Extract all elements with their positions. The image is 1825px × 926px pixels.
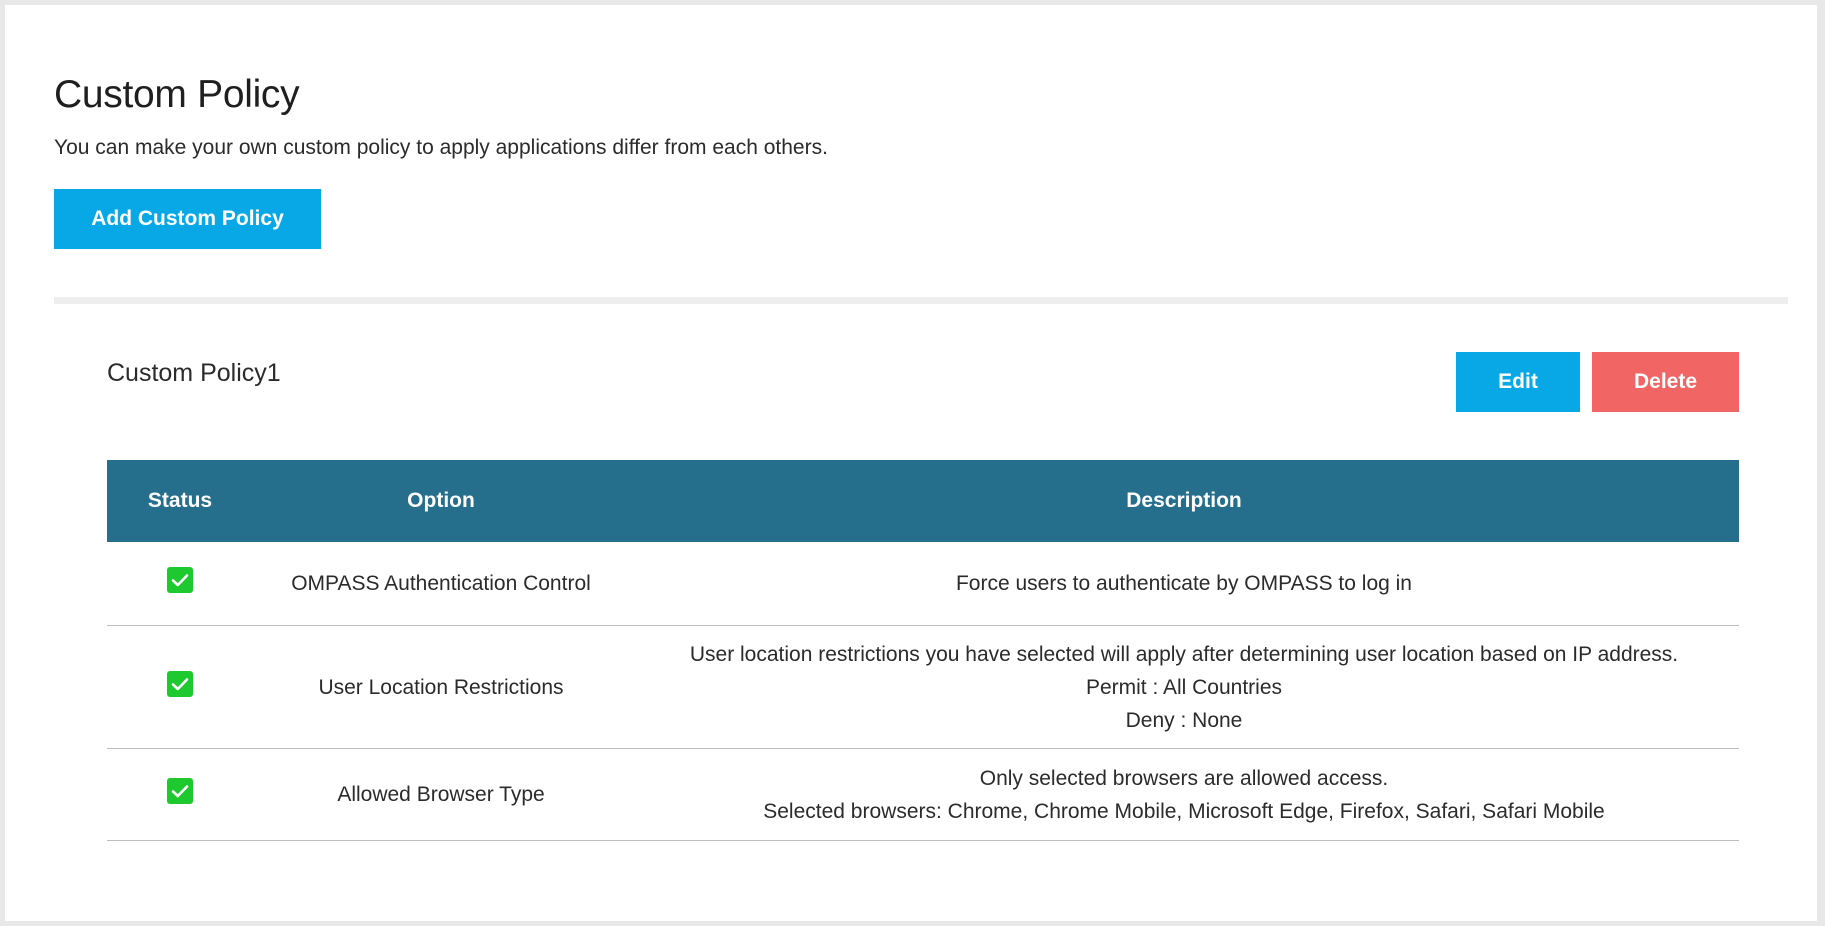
policy-name: Custom Policy1 bbox=[107, 359, 281, 387]
status-cell bbox=[107, 748, 253, 841]
checkbox-checked-icon bbox=[167, 778, 193, 805]
delete-policy-button[interactable]: Delete bbox=[1592, 352, 1739, 412]
option-cell: Allowed Browser Type bbox=[253, 748, 629, 841]
page-description: You can make your own custom policy to a… bbox=[54, 136, 828, 159]
status-cell bbox=[107, 542, 253, 626]
policy-table: Status Option Description OMPASS Authent… bbox=[107, 460, 1739, 841]
edit-policy-button[interactable]: Edit bbox=[1456, 352, 1580, 412]
description-line: Deny : None bbox=[1125, 708, 1243, 732]
description-cell: Only selected browsers are allowed acces… bbox=[629, 748, 1739, 841]
checkbox-checked-icon bbox=[167, 567, 193, 594]
option-cell: OMPASS Authentication Control bbox=[253, 542, 629, 626]
description-line: Force users to authenticate by OMPASS to… bbox=[955, 572, 1412, 595]
description-cell: User location restrictions you have sele… bbox=[629, 625, 1739, 749]
page-header: Custom Policy You can make your own cust… bbox=[54, 71, 1794, 161]
section-divider bbox=[54, 297, 1788, 304]
description-line: User location restrictions you have sele… bbox=[689, 642, 1679, 666]
description-line: Only selected browsers are allowed acces… bbox=[979, 766, 1389, 790]
column-header-description: Description bbox=[629, 460, 1739, 542]
page-title: Custom Policy bbox=[54, 73, 300, 116]
checkbox-checked-icon bbox=[167, 670, 193, 697]
column-header-status: Status bbox=[107, 460, 253, 542]
column-header-option: Option bbox=[253, 460, 629, 542]
option-cell: User Location Restrictions bbox=[253, 625, 629, 749]
table-header-row: Status Option Description bbox=[107, 460, 1739, 542]
table-row: OMPASS Authentication Control Force user… bbox=[107, 542, 1739, 626]
page-container: Custom Policy You can make your own cust… bbox=[5, 5, 1817, 921]
table-row: User Location Restrictions User location… bbox=[107, 625, 1739, 749]
description-line: Selected browsers: Chrome, Chrome Mobile… bbox=[763, 799, 1605, 823]
description-cell: Force users to authenticate by OMPASS to… bbox=[629, 542, 1739, 626]
status-cell bbox=[107, 625, 253, 749]
table-row: Allowed Browser Type Only selected brows… bbox=[107, 748, 1739, 841]
add-custom-policy-button[interactable]: Add Custom Policy bbox=[54, 189, 321, 249]
description-line: Permit : All Countries bbox=[1085, 675, 1283, 699]
